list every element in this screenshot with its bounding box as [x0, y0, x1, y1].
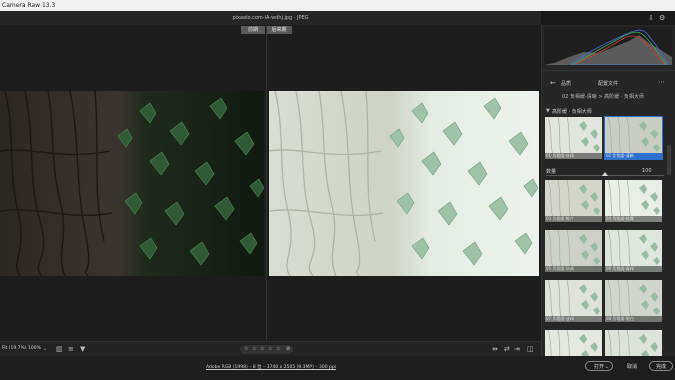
preset-label: 01 负相缓-灰绿: [545, 153, 602, 159]
swap-icon[interactable]: ⇄: [504, 345, 510, 353]
rating-stars[interactable]: ☆ ☆ ☆ ☆ ☆: [244, 346, 282, 352]
preset-group-name: 高阶缓 · 负相大师: [552, 109, 592, 115]
preset-label: 06 负相缓-青绿: [605, 266, 662, 272]
breadcrumb: 02 负相缓-清晰 > 高阶缓 · 负相大师: [562, 94, 644, 100]
save-icon[interactable]: ⇩: [648, 14, 654, 22]
window-title: Camera Raw 13.3: [2, 2, 56, 9]
amount-value: 100: [642, 168, 652, 174]
reject-icon[interactable]: ⊘: [286, 346, 290, 352]
preset-label: 02 负相缓-清晰: [605, 153, 662, 159]
histogram: [544, 27, 672, 65]
done-button-label: 完成: [655, 364, 666, 370]
preset-label: 04 负相缓-轻雾: [605, 216, 662, 222]
preset-label: 07 负相缓-淡绿: [545, 316, 602, 322]
amount-slider-thumb[interactable]: [602, 172, 608, 176]
zoom-select[interactable]: 100%: [28, 346, 41, 351]
top-bar: pixaolo.com-iA-wdhj.jpg · JPEG: [0, 11, 541, 25]
gear-icon[interactable]: ⚙: [659, 14, 665, 22]
cancel-button[interactable]: 取消: [627, 363, 637, 370]
filter-icon[interactable]: ▼: [80, 345, 85, 353]
done-button[interactable]: 完成: [649, 361, 673, 371]
preset-thumbnail[interactable]: 01 负相缓-灰绿: [545, 117, 602, 159]
preset-thumbnail[interactable]: 08 负相缓-银白: [605, 280, 662, 322]
arrow-left-icon[interactable]: ←: [550, 79, 556, 87]
title-bar: Camera Raw 13.3: [0, 0, 675, 11]
fit-zoom-label[interactable]: Fit (19.7%): [2, 346, 27, 351]
chevron-down-icon[interactable]: ▼: [546, 107, 550, 115]
preset-thumbnail[interactable]: 04 负相缓-轻雾: [605, 180, 662, 222]
before-image: [0, 91, 264, 276]
status-bar: Adobe RGB (1998) – 8 位 – 3740 x 2505 (9.…: [0, 356, 675, 380]
tab-presets[interactable]: 品质: [561, 80, 571, 87]
preset-thumbnail[interactable]: 06 负相缓-青绿: [605, 230, 662, 272]
preset-thumbnail[interactable]: 07 负相缓-淡绿: [545, 280, 602, 322]
file-name: pixaolo.com-iA-wdhj.jpg · JPEG: [232, 15, 309, 21]
open-button[interactable]: 打开 ⌄: [585, 361, 613, 371]
ellipsis-icon[interactable]: ⋯: [658, 78, 665, 86]
sort-icon[interactable]: ≡: [68, 345, 74, 353]
separator: [542, 70, 675, 71]
preset-thumbnail[interactable]: 03 负相缓-胶片: [545, 180, 602, 222]
right-panel: ← 品质 配置文件 ⋯ 02 负相缓-清晰 > 高阶缓 · 负相大师 ▼ 高阶缓…: [541, 25, 675, 372]
bottom-toolbar: Fit (19.7%) 100% ⌄ ▥ ≡ ▼ ☆ ☆ ☆ ☆ ☆ ⊘ ⇹ ⇄…: [0, 341, 541, 356]
preset-label: 05 负相缓-灰调: [545, 266, 602, 272]
copy-settings-icon[interactable]: ⇥: [514, 345, 520, 353]
image-info-link[interactable]: Adobe RGB (1998) – 8 位 – 3740 x 2505 (9.…: [206, 364, 336, 370]
tab-profiles[interactable]: 配置文件: [598, 80, 618, 87]
chevron-down-icon[interactable]: ⌄: [43, 345, 47, 353]
preset-thumbnail[interactable]: 02 负相缓-清晰: [604, 116, 663, 160]
rating-box[interactable]: ☆ ☆ ☆ ☆ ☆ ⊘: [240, 345, 293, 354]
tab-before[interactable]: 前期: [241, 26, 265, 34]
after-image: [269, 91, 539, 276]
compare-icon[interactable]: ⇹: [492, 345, 498, 353]
filmstrip-icon[interactable]: ▥: [56, 345, 63, 353]
preset-thumbnail[interactable]: 05 负相缓-灰调: [545, 230, 602, 272]
scrollbar[interactable]: [667, 145, 671, 175]
open-button-label: 打开: [593, 364, 604, 370]
preset-label: 03 负相缓-胶片: [545, 216, 602, 222]
chevron-down-icon[interactable]: ⌄: [605, 362, 609, 372]
tab-after[interactable]: 后来期: [266, 26, 292, 34]
split-divider[interactable]: [266, 25, 267, 341]
amount-label: 数量: [546, 169, 557, 175]
split-view-icon[interactable]: ◫: [527, 345, 534, 353]
preset-label: 08 负相缓-银白: [605, 316, 662, 322]
